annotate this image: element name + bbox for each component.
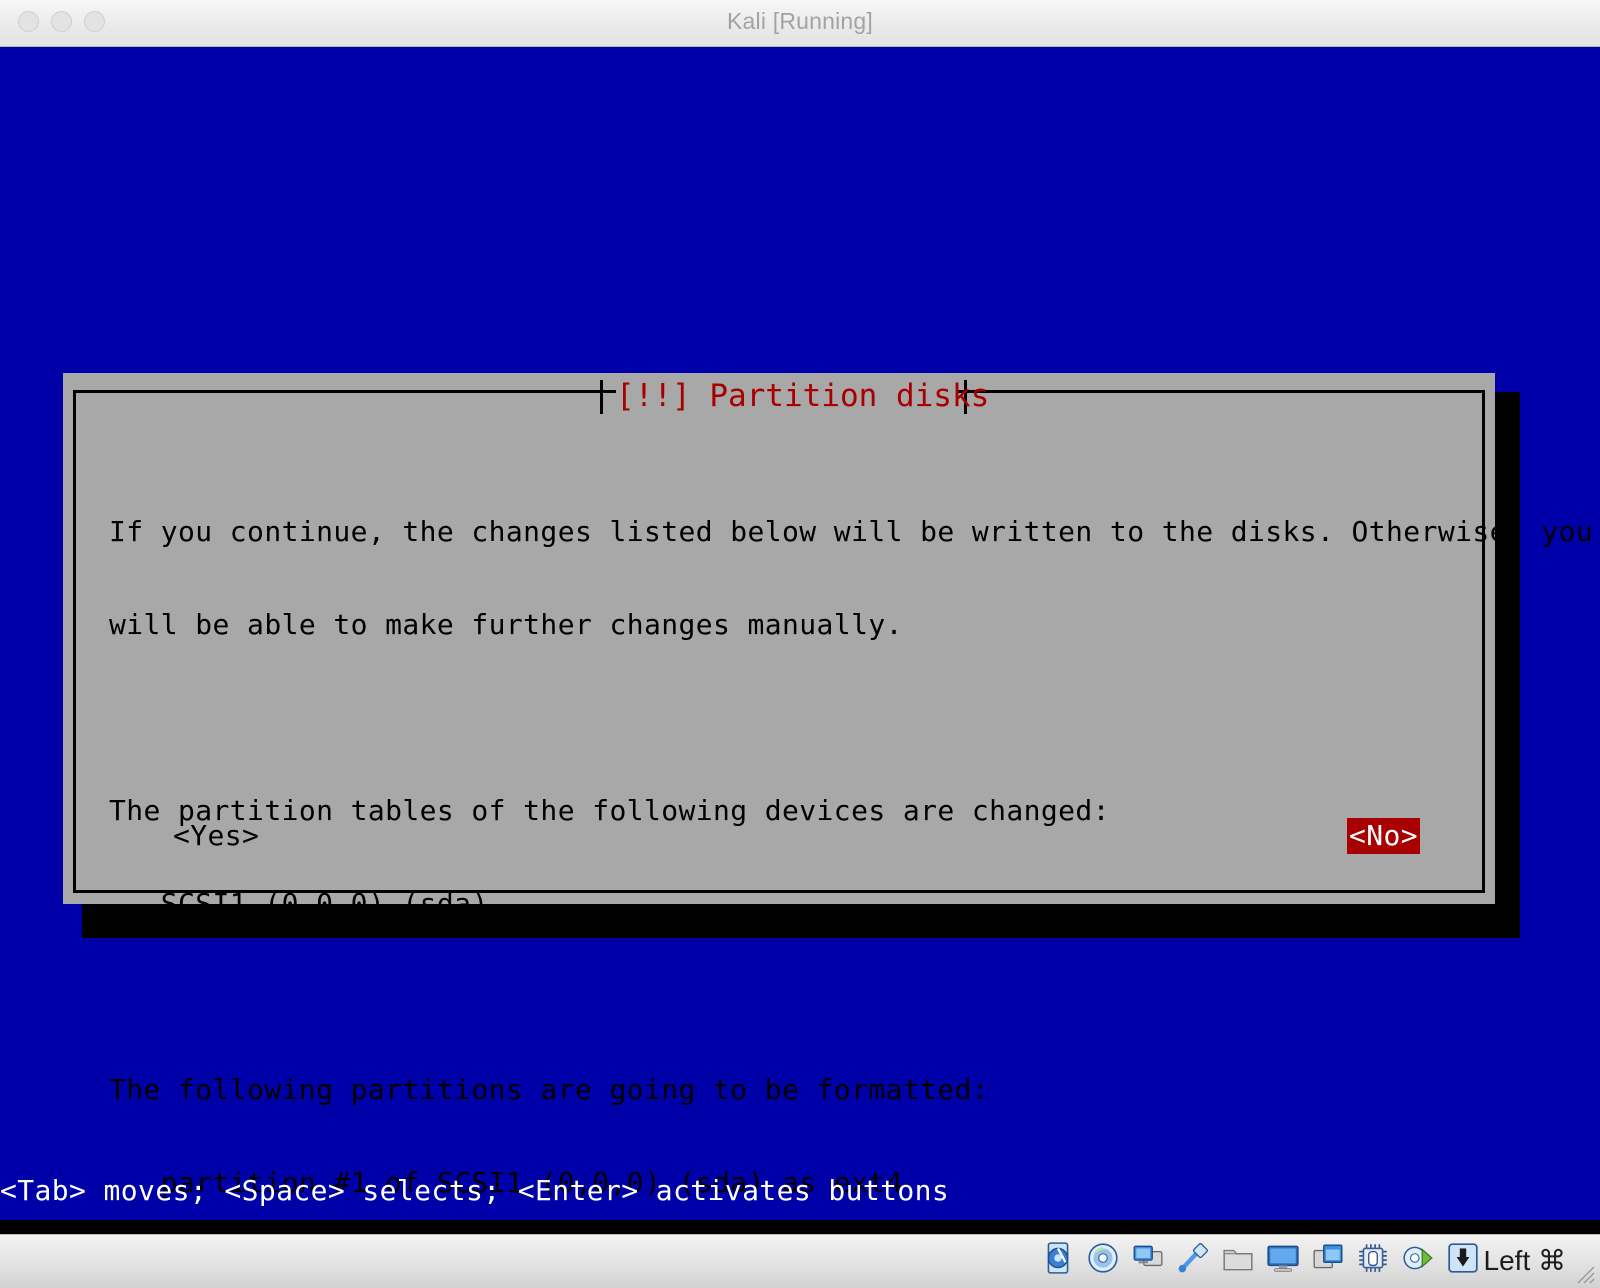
window-titlebar: Kali [Running] — [0, 0, 1600, 47]
virtualbox-statusbar: Left ⌘ — [0, 1234, 1600, 1288]
body-line: If you continue, the changes listed belo… — [109, 515, 1594, 548]
network-icon[interactable] — [1131, 1241, 1165, 1275]
window-title: Kali [Running] — [727, 8, 873, 34]
keyboard-help-text: <Tab> moves; <Space> selects; <Enter> ac… — [0, 1174, 950, 1207]
usb-icon[interactable] — [1176, 1241, 1210, 1275]
optical-disk-icon[interactable] — [1086, 1241, 1120, 1275]
virtualbox-vm-window: Kali [Running] [!!] Partition disks If y… — [0, 0, 1600, 1288]
cpu-icon[interactable] — [1356, 1241, 1390, 1275]
body-line-device: SCSI1 (0,0,0) (sda) — [109, 887, 489, 920]
dialog-title-tick-left — [600, 380, 603, 414]
mouse-integration-icon[interactable] — [1401, 1241, 1435, 1275]
status-icon-group — [1041, 1241, 1480, 1275]
screen-bottom-strip — [0, 1220, 1600, 1234]
resize-grip[interactable] — [1574, 1263, 1596, 1285]
terminal-screen: [!!] Partition disks If you continue, th… — [0, 47, 1600, 1220]
host-key-icon[interactable] — [1446, 1241, 1480, 1275]
host-key-label: Left ⌘ — [1483, 1245, 1566, 1276]
body-line: will be able to make further changes man… — [109, 608, 903, 641]
hard-disk-icon[interactable] — [1041, 1241, 1075, 1275]
remote-display-icon[interactable] — [1311, 1241, 1345, 1275]
yes-button[interactable]: <Yes> — [171, 818, 261, 854]
display-icon[interactable] — [1266, 1241, 1300, 1275]
body-line-blank — [109, 981, 1469, 1012]
body-line: The following partitions are going to be… — [109, 1073, 990, 1106]
no-button[interactable]: <No> — [1347, 818, 1421, 854]
body-line-blank — [109, 702, 1469, 733]
partition-disks-dialog: [!!] Partition disks If you continue, th… — [63, 373, 1594, 1198]
dialog-title: [!!] Partition disks — [616, 378, 990, 414]
shared-folders-icon[interactable] — [1221, 1241, 1255, 1275]
dialog-border: [!!] Partition disks If you continue, th… — [73, 379, 1594, 1198]
dialog-buttons: <Yes> <No> — [109, 818, 1469, 854]
